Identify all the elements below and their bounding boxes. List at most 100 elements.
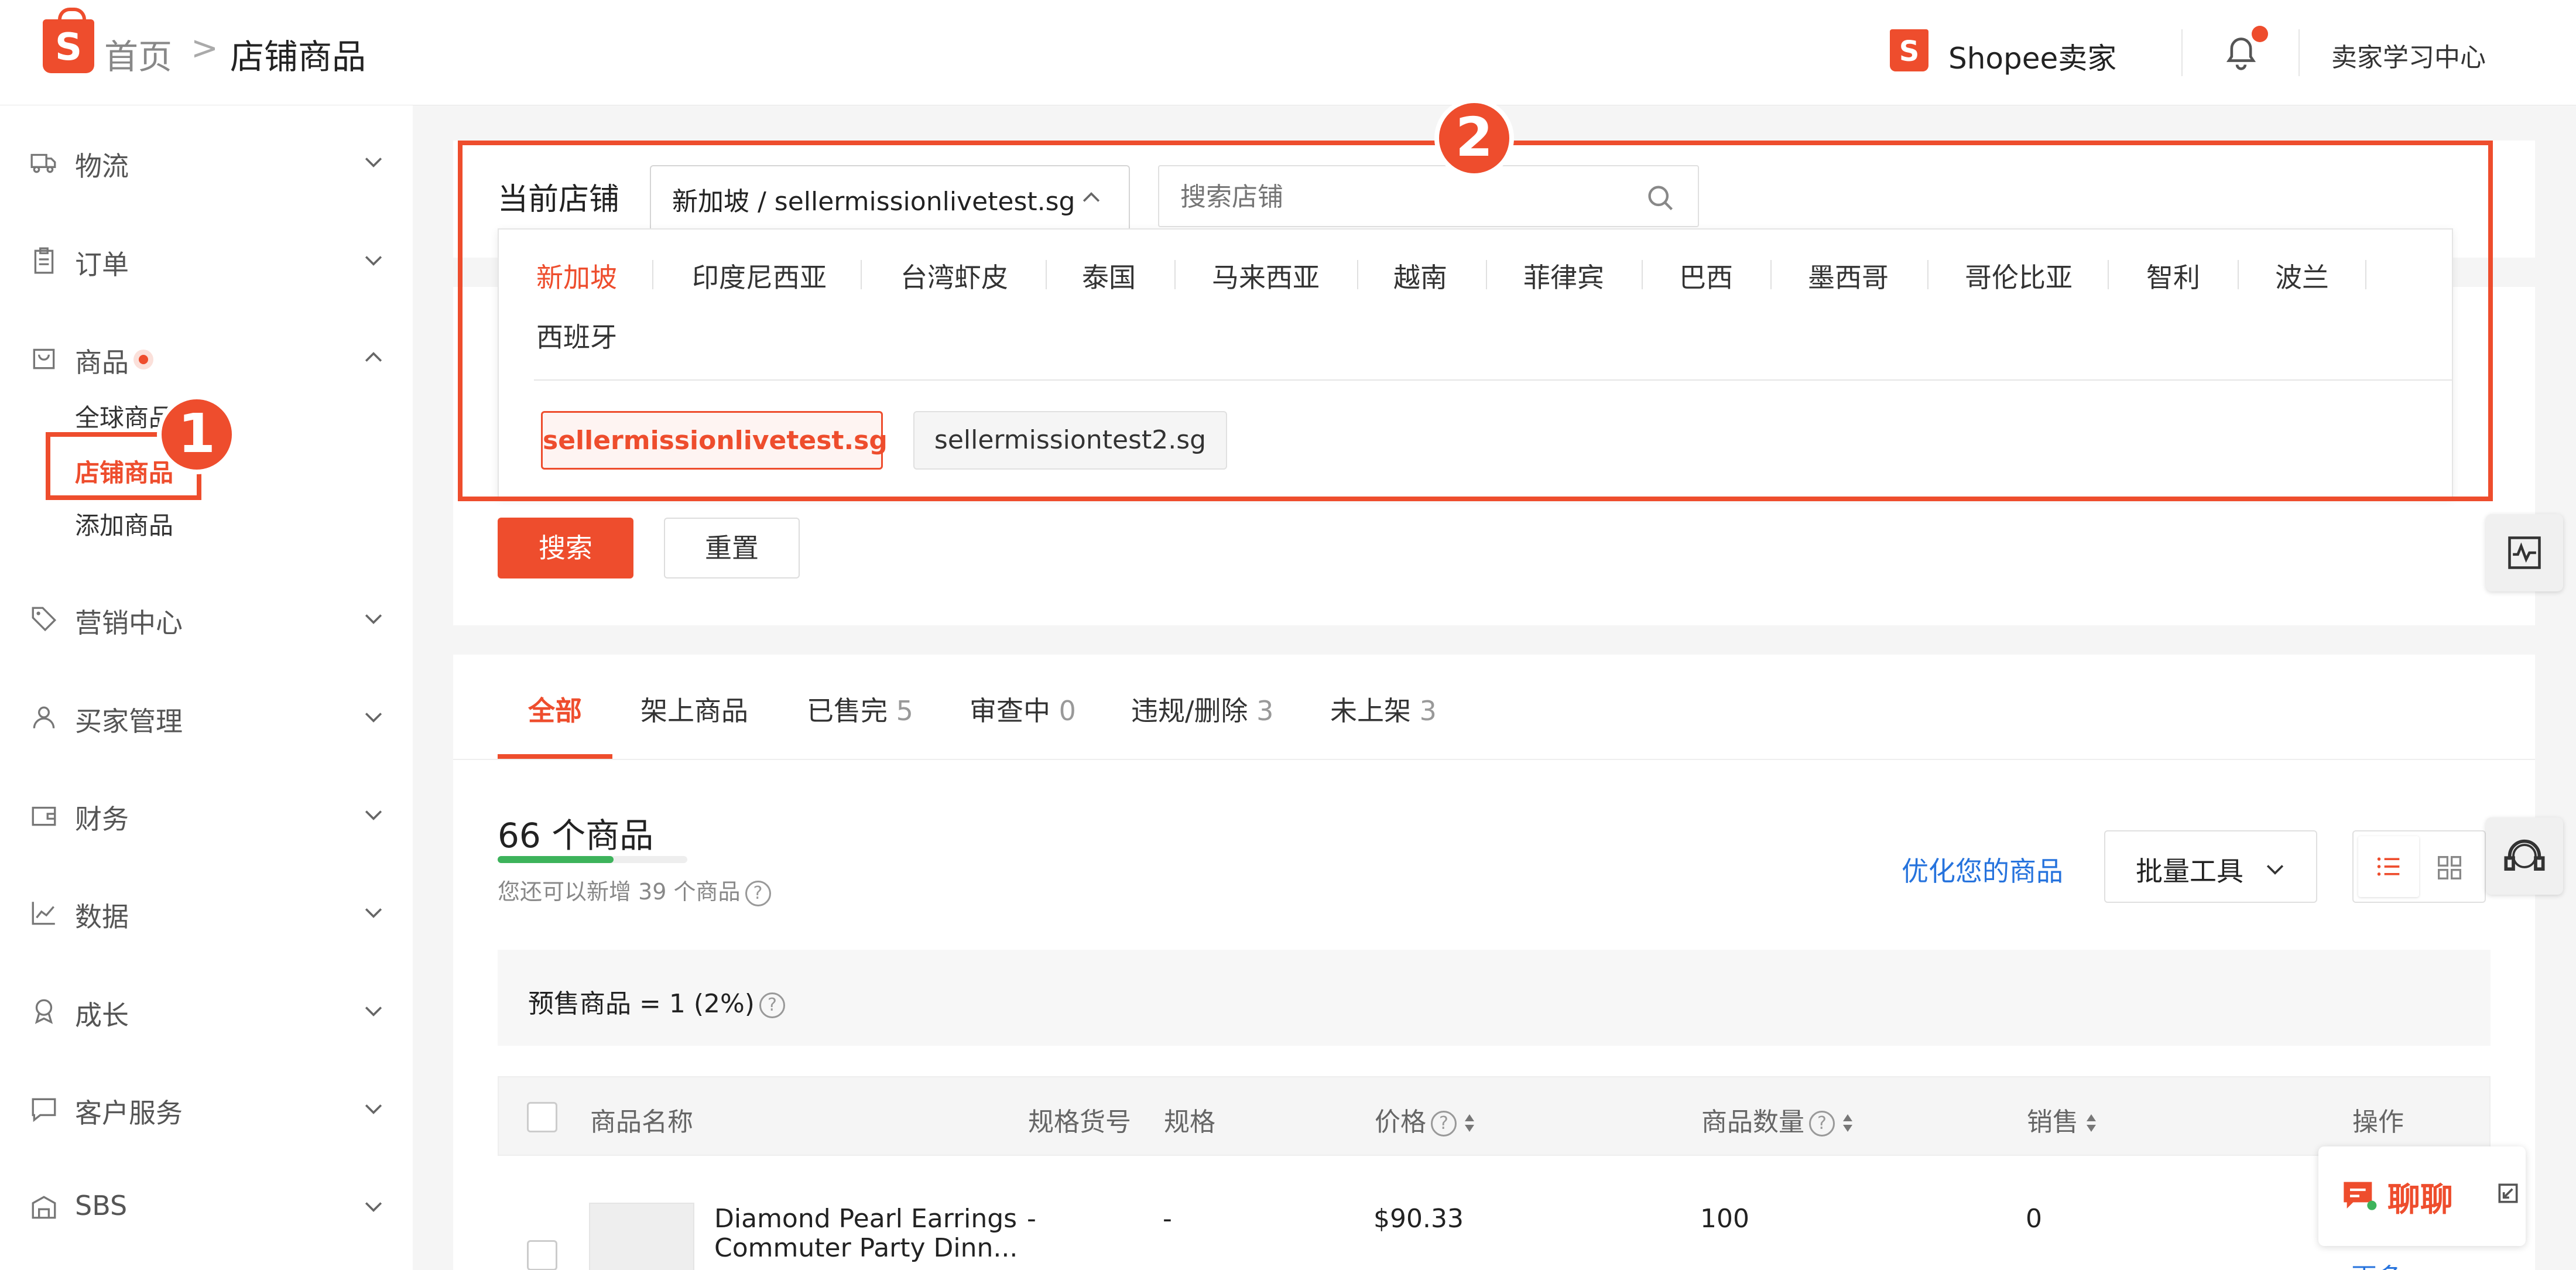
- help-icon[interactable]: ?: [759, 992, 785, 1018]
- batch-tools-dropdown[interactable]: 批量工具: [2104, 830, 2317, 903]
- product-price: $90.33: [1373, 1204, 1464, 1234]
- row-checkbox[interactable]: [527, 1240, 557, 1270]
- chevron-down-icon[interactable]: [361, 998, 386, 1023]
- truck-icon: [30, 153, 56, 173]
- bell-icon[interactable]: [2225, 36, 2258, 71]
- breadcrumb-home[interactable]: 首页: [104, 29, 172, 78]
- sidebar-item-orders[interactable]: 订单: [29, 234, 386, 287]
- quota-progress-fill: [498, 856, 614, 863]
- tab-count: 0: [1059, 695, 1076, 727]
- sidebar-item-customer-service[interactable]: 客户服务: [29, 1083, 386, 1135]
- quota-text: 您还可以新增 39 个商品?: [498, 874, 771, 906]
- annotation-highlight-2: [458, 141, 2493, 501]
- header-divider: [2181, 29, 2183, 76]
- sidebar-item-label: SBS: [75, 1190, 128, 1221]
- product-thumbnail[interactable]: [589, 1203, 694, 1270]
- warehouse-icon: [32, 1196, 56, 1219]
- tab-unlisted[interactable]: 未上架 3: [1330, 690, 1437, 728]
- shopee-logo-icon[interactable]: S: [43, 8, 94, 73]
- grid-view-icon[interactable]: [2437, 855, 2462, 881]
- batch-tools-label: 批量工具: [2136, 855, 2243, 887]
- sort-icon[interactable]: [2085, 1113, 2097, 1134]
- sidebar-item-marketing[interactable]: 营销中心: [29, 593, 386, 645]
- tab-label: 架上商品: [640, 695, 748, 727]
- top-header: S 首页 > 店铺商品 S Shopee卖家 卖家学习中心: [0, 0, 2576, 105]
- chevron-up-icon[interactable]: [361, 345, 386, 371]
- wallet-icon: [32, 806, 56, 826]
- tab-label: 违规/删除: [1131, 695, 1248, 727]
- sidebar-item-finance[interactable]: 财务: [29, 789, 386, 841]
- sort-icon[interactable]: [1464, 1113, 1475, 1134]
- column-header-price[interactable]: 价格?: [1375, 1101, 1475, 1138]
- chat-bubble-icon: [32, 1098, 56, 1122]
- presale-summary: 预售商品 = 1 (2%)?: [498, 950, 2491, 1046]
- optimize-products-link[interactable]: 优化您的商品: [1902, 850, 2063, 889]
- column-header-stock[interactable]: 商品数量?: [1701, 1101, 1854, 1138]
- seller-learning-center-link[interactable]: 卖家学习中心: [2331, 36, 2486, 74]
- shopee-seller-logo-icon[interactable]: S: [1890, 29, 1928, 71]
- activity-monitor-button[interactable]: [2486, 514, 2563, 591]
- breadcrumb-separator: >: [191, 29, 218, 67]
- select-all-checkbox[interactable]: [527, 1102, 557, 1132]
- sidebar-item-buyer-management[interactable]: 买家管理: [29, 691, 386, 744]
- tab-reviewing[interactable]: 审查中 0: [970, 690, 1076, 728]
- chevron-down-icon[interactable]: [361, 1096, 386, 1121]
- chevron-down-icon[interactable]: [361, 899, 386, 925]
- tab-live[interactable]: 架上商品: [640, 690, 748, 728]
- reset-button[interactable]: 重置: [664, 518, 800, 578]
- chevron-down-icon[interactable]: [361, 149, 386, 174]
- search-button[interactable]: 搜索: [498, 518, 633, 578]
- chat-label: 聊聊: [2387, 1181, 2453, 1219]
- sidebar-item-sbs[interactable]: SBS: [29, 1180, 386, 1233]
- product-stock: 100: [1700, 1204, 1749, 1234]
- support-button[interactable]: [2486, 817, 2563, 895]
- presale-text: 预售商品 = 1 (2%)?: [528, 983, 785, 1020]
- column-header-variation: 规格: [1164, 1107, 1215, 1137]
- product-bag-icon: [33, 348, 55, 369]
- tab-all[interactable]: 全部: [528, 690, 582, 728]
- chevron-down-icon[interactable]: [361, 1193, 386, 1219]
- sidebar-item-label: 买家管理: [75, 706, 183, 737]
- sidebar-item-data[interactable]: 数据: [29, 886, 386, 939]
- sidebar-subitem-add-product[interactable]: 添加商品: [75, 506, 173, 542]
- column-header-label: 商品数量: [1701, 1107, 1804, 1137]
- popout-icon[interactable]: [2495, 1180, 2521, 1206]
- product-name-line1[interactable]: Diamond Pearl Earrings: [714, 1204, 1017, 1234]
- tab-label: 已售完: [807, 695, 888, 727]
- header-divider: [2298, 29, 2300, 76]
- column-header-sku: 规格货号: [1028, 1107, 1131, 1137]
- row-more-link[interactable]: 更多: [2351, 1257, 2403, 1270]
- help-icon[interactable]: ?: [1809, 1111, 1835, 1137]
- tab-sold-out[interactable]: 已售完 5: [807, 690, 913, 728]
- column-header-label: 价格: [1375, 1107, 1426, 1137]
- product-name-line2[interactable]: Commuter Party Dinn...: [714, 1233, 1018, 1263]
- chevron-down-icon[interactable]: [361, 704, 386, 730]
- list-view-button[interactable]: [2358, 836, 2419, 897]
- quota-text-label: 您还可以新增 39 个商品: [498, 879, 741, 905]
- breadcrumb-current: 店铺商品: [230, 37, 366, 77]
- chevron-down-icon[interactable]: [361, 247, 386, 273]
- product-variation: -: [1163, 1204, 1172, 1234]
- help-icon[interactable]: ?: [1431, 1111, 1457, 1137]
- sidebar-item-label: 订单: [75, 249, 129, 280]
- sidebar-item-products[interactable]: 商品: [29, 332, 386, 385]
- tab-label: 未上架: [1330, 695, 1411, 727]
- sidebar-item-label: 数据: [75, 901, 129, 933]
- chat-widget[interactable]: 聊聊: [2318, 1146, 2526, 1246]
- column-header-label: 销售: [2027, 1107, 2078, 1137]
- column-header-sales[interactable]: 销售: [2027, 1101, 2097, 1138]
- sort-icon[interactable]: [1842, 1113, 1854, 1134]
- brand-name[interactable]: Shopee卖家: [1948, 35, 2116, 77]
- help-icon[interactable]: ?: [745, 880, 771, 906]
- notification-dot: [2252, 26, 2268, 42]
- new-indicator-dot: [133, 350, 153, 369]
- chevron-down-icon[interactable]: [361, 605, 386, 631]
- chevron-down-icon[interactable]: [361, 802, 386, 827]
- column-header-name: 商品名称: [590, 1107, 693, 1137]
- tab-violation-deleted[interactable]: 违规/删除 3: [1131, 690, 1273, 728]
- sidebar-item-logistics[interactable]: 物流: [29, 136, 386, 189]
- sidebar-item-growth[interactable]: 成长: [29, 985, 386, 1038]
- tag-icon: [32, 607, 57, 632]
- list-icon: [2377, 857, 2400, 876]
- sidebar-item-label: 客户服务: [75, 1097, 183, 1129]
